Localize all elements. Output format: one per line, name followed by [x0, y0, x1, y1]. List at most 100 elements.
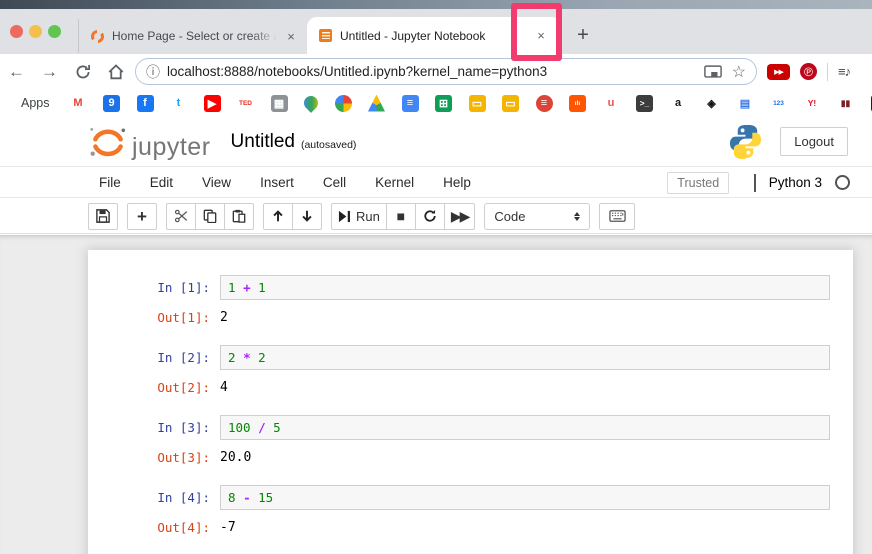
code-input[interactable]: 1 + 1: [220, 275, 830, 300]
code-input[interactable]: 8 - 15: [220, 485, 830, 510]
logout-button[interactable]: Logout: [780, 127, 848, 156]
bookmark-ted-icon[interactable]: TED: [237, 94, 254, 112]
reload-icon[interactable]: [66, 63, 99, 81]
copy-cell-button[interactable]: [195, 202, 225, 230]
bookmark-amazon-icon[interactable]: a: [669, 94, 687, 112]
menu-cell[interactable]: Cell: [323, 175, 346, 190]
bookmark-facebook-icon[interactable]: f: [136, 94, 154, 112]
apps-grid-icon[interactable]: [10, 96, 13, 110]
menu-edit[interactable]: Edit: [150, 175, 173, 190]
menu-file[interactable]: File: [99, 175, 121, 190]
trusted-button[interactable]: Trusted: [667, 171, 730, 194]
jupyter-favicon: [91, 29, 104, 43]
back-icon[interactable]: ←: [0, 62, 33, 82]
browser-address-bar: ← → ⓘ localhost:8888/notebooks/Untitled.…: [0, 54, 872, 89]
tab-untitled-notebook[interactable]: Untitled - Jupyter Notebook ×: [307, 17, 562, 54]
bookmark-slides-icon[interactable]: ▭: [468, 94, 486, 112]
bookmark-chat-icon[interactable]: ≡: [535, 94, 553, 112]
menu-help[interactable]: Help: [443, 175, 471, 190]
dropdown-arrows-icon: [574, 211, 581, 221]
bookmark-gmail-icon[interactable]: M: [69, 94, 87, 112]
bookmark-star-icon[interactable]: ☆: [732, 62, 746, 82]
bookmark-soundcloud-icon[interactable]: ılı: [569, 94, 586, 112]
notebook-background: In [1]: 1 + 1 Out[1]: 2 In [2]: 2 * 2 Ou…: [0, 235, 872, 554]
python-logo: [729, 124, 762, 159]
output-value: 2: [220, 310, 228, 325]
bookmark-calendar-icon[interactable]: 9: [103, 94, 120, 112]
paste-cell-button[interactable]: [224, 202, 254, 230]
cell-type-value: Code: [494, 208, 526, 224]
tab-home-page[interactable]: Home Page - Select or create a ×: [78, 19, 306, 53]
apps-label[interactable]: Apps: [21, 96, 50, 110]
save-button[interactable]: [88, 202, 118, 230]
code-input[interactable]: 100 / 5: [220, 415, 830, 440]
run-group: Run ■ ▶▶: [331, 202, 476, 230]
youtube-extension-icon[interactable]: ▶▶: [767, 63, 790, 80]
autosave-status: (autosaved): [300, 138, 357, 151]
bookmark-twitter-icon[interactable]: t: [170, 94, 187, 112]
notebook-cell: In [4]: 8 - 15 Out[4]: -7: [88, 485, 853, 542]
tab-close-icon[interactable]: ×: [282, 27, 300, 45]
page-info-icon[interactable]: ⓘ: [146, 62, 160, 82]
window-behind-strip: [0, 0, 872, 9]
output-prompt: Out[3]:: [157, 450, 210, 465]
bookmark-yahoo-icon[interactable]: Y!: [803, 94, 821, 112]
bookmark-sheets-icon[interactable]: ⊞: [435, 94, 452, 112]
bookmark-photos-icon[interactable]: [334, 94, 352, 112]
url-bar[interactable]: ⓘ localhost:8888/notebooks/Untitled.ipyn…: [135, 58, 757, 85]
bookmark-terminal-icon[interactable]: >_: [636, 94, 653, 112]
bookmark-docs-icon[interactable]: ≡: [401, 94, 419, 112]
move-cell-down-button[interactable]: [292, 202, 322, 230]
menu-right: Trusted Python 3: [667, 171, 850, 194]
bookmark-udemy-icon[interactable]: u: [602, 94, 620, 112]
notebook-cell: In [1]: 1 + 1 Out[1]: 2: [88, 275, 853, 332]
output-prompt: Out[2]:: [157, 380, 210, 395]
restart-kernel-button[interactable]: [414, 202, 445, 230]
new-tab-button[interactable]: +: [570, 22, 596, 48]
pinterest-extension-icon[interactable]: ℗: [800, 63, 817, 80]
notebook-cell: In [3]: 100 / 5 Out[3]: 20.0: [88, 415, 853, 472]
bookmark-archive-icon[interactable]: ▦: [270, 94, 288, 112]
tab-title: Home Page - Select or create a: [112, 29, 281, 43]
menu-kernel[interactable]: Kernel: [375, 175, 414, 190]
bookmark-youtube-icon[interactable]: ▶: [203, 94, 221, 112]
output-value: 20.0: [220, 450, 252, 465]
notebook-title[interactable]: Untitled: [231, 131, 295, 153]
home-icon[interactable]: [99, 63, 132, 81]
close-window-button[interactable]: [10, 25, 23, 38]
command-palette-button[interactable]: [599, 202, 636, 230]
jupyter-logo[interactable]: jupyter: [88, 124, 211, 160]
code-input[interactable]: 2 * 2: [220, 345, 830, 370]
forward-icon[interactable]: →: [33, 62, 66, 82]
bookmark-one-two-three-icon[interactable]: 123: [770, 94, 787, 112]
add-cell-button[interactable]: +: [127, 202, 157, 230]
minimize-window-button[interactable]: [29, 25, 42, 38]
edit-group: [166, 202, 254, 230]
bookmark-maps-icon[interactable]: [301, 93, 321, 113]
zoom-window-button[interactable]: [48, 25, 61, 38]
menu-view[interactable]: View: [202, 175, 231, 190]
cut-cell-button[interactable]: [166, 202, 196, 230]
stop-button[interactable]: ■: [385, 202, 416, 230]
reading-list-icon[interactable]: ≡♪: [838, 64, 851, 79]
cell-type-dropdown[interactable]: Code: [484, 202, 591, 230]
divider: [754, 173, 756, 192]
run-button[interactable]: Run: [331, 202, 387, 230]
tab-close-icon[interactable]: ×: [532, 27, 550, 45]
bookmark-favicons: M 9 f t ▶ TED ▦ ≡ ⊞ ▭ ▭ ≡ ılı u >_ a ◈ ▤…: [69, 93, 872, 113]
jupyter-menu-bar: File Edit View Insert Cell Kernel Help Trusted…: [0, 168, 872, 198]
kernel-idle-icon: [835, 175, 850, 190]
bookmark-blocks-icon[interactable]: ▮▮: [837, 94, 854, 112]
bookmark-slides-2-icon[interactable]: ▭: [502, 94, 519, 112]
cast-icon[interactable]: [703, 64, 722, 79]
input-prompt: In [4]:: [157, 490, 210, 505]
menu-insert[interactable]: Insert: [260, 175, 294, 190]
bookmark-drive-icon[interactable]: [368, 94, 385, 112]
move-cell-up-button[interactable]: [263, 202, 293, 230]
url-text[interactable]: localhost:8888/notebooks/Untitled.ipynb?…: [167, 64, 694, 79]
jupyter-header: jupyter Untitled (autosaved) Logout: [0, 117, 872, 167]
bookmark-layers-icon[interactable]: ▤: [736, 94, 754, 112]
bookmark-cube-icon[interactable]: ◈: [703, 94, 720, 112]
restart-run-all-button[interactable]: ▶▶: [443, 202, 476, 230]
header-right: Logout: [729, 124, 848, 159]
